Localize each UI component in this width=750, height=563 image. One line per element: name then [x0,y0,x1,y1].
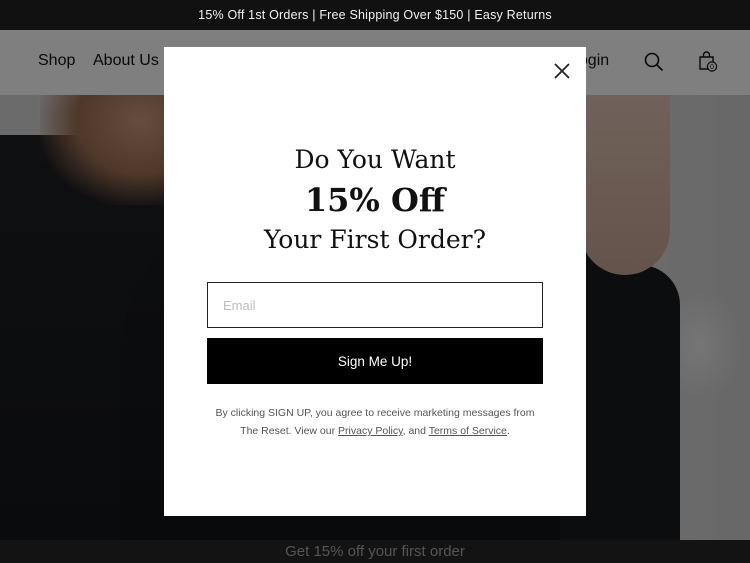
legal-disclaimer: By clicking SIGN UP, you agree to receiv… [214,404,536,440]
discount-popup: Do You Want 15% Off Your First Order? Si… [164,47,586,516]
close-icon[interactable] [552,61,572,81]
popup-heading-line3: Your First Order? [263,225,487,254]
announcement-text: 15% Off 1st Orders | Free Shipping Over … [198,8,552,22]
popup-heading-line1: Do You Want [294,145,456,174]
announcement-bar: 15% Off 1st Orders | Free Shipping Over … [0,0,750,30]
popup-heading-offer: 15% Off [304,181,446,219]
terms-of-service-link[interactable]: Terms of Service [429,425,507,437]
legal-suffix: . [506,425,510,437]
legal-and: , and [402,425,429,437]
sign-up-button[interactable]: Sign Me Up! [207,338,543,384]
email-field[interactable] [207,282,543,328]
privacy-policy-link[interactable]: Privacy Policy [338,425,403,437]
